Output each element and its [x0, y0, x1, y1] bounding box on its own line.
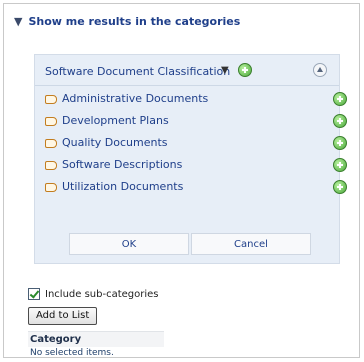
add-category-icon[interactable]: [333, 136, 347, 150]
tag-icon: [45, 161, 57, 170]
category-label[interactable]: Administrative Documents: [62, 92, 208, 105]
tag-icon: [45, 117, 57, 126]
section-title: Show me results in the categories: [28, 14, 241, 28]
tag-icon: [45, 95, 57, 104]
section-header[interactable]: ▼ Show me results in the categories: [14, 12, 240, 30]
add-category-icon[interactable]: [333, 158, 347, 172]
tag-icon: [45, 139, 57, 148]
add-category-icon[interactable]: [333, 114, 347, 128]
add-category-icon[interactable]: [333, 180, 347, 194]
include-subcategories-label[interactable]: Include sub-categories: [45, 289, 159, 300]
include-subcategories-row[interactable]: Include sub-categories: [28, 288, 159, 300]
include-subcategories-checkbox[interactable]: [28, 288, 40, 300]
category-item[interactable]: Software Descriptions: [35, 154, 347, 176]
category-item[interactable]: Quality Documents: [35, 132, 347, 154]
category-label[interactable]: Development Plans: [62, 114, 169, 127]
ok-button[interactable]: OK: [69, 233, 189, 255]
category-list: Administrative Documents Development Pla…: [35, 88, 347, 198]
tag-icon: [45, 183, 57, 192]
category-browser: Software Document Classification ▼ Admin…: [34, 54, 347, 264]
cancel-button[interactable]: Cancel: [191, 233, 311, 255]
add-category-icon[interactable]: [333, 92, 347, 106]
category-table: Category No selected items.: [28, 331, 164, 359]
classification-title[interactable]: Software Document Classification: [45, 65, 230, 78]
dropdown-caret-icon[interactable]: ▼: [221, 65, 229, 76]
up-level-icon[interactable]: [313, 63, 327, 77]
category-item[interactable]: Utilization Documents: [35, 176, 347, 198]
category-label[interactable]: Utilization Documents: [62, 180, 183, 193]
collapse-triangle-icon[interactable]: ▼: [14, 16, 22, 27]
category-table-empty: No selected items.: [30, 348, 114, 358]
category-item[interactable]: Administrative Documents: [35, 88, 347, 110]
dialog-buttons: OK Cancel: [35, 233, 339, 259]
category-label[interactable]: Software Descriptions: [62, 158, 182, 171]
category-label[interactable]: Quality Documents: [62, 136, 168, 149]
add-to-list-button[interactable]: Add to List: [28, 307, 98, 325]
category-table-header: Category: [28, 332, 164, 347]
add-classification-icon[interactable]: [238, 63, 252, 77]
category-item[interactable]: Development Plans: [35, 110, 347, 132]
category-browser-header: Software Document Classification ▼: [35, 55, 339, 86]
